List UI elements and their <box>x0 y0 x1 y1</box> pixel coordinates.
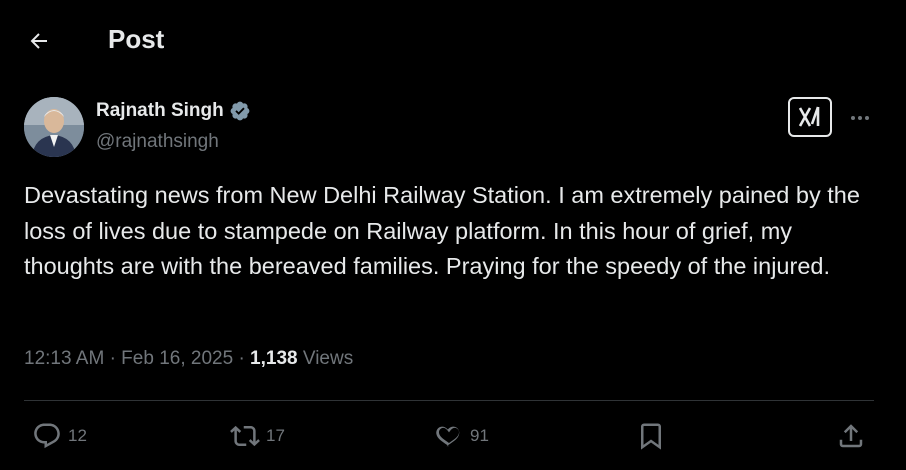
avatar[interactable] <box>24 97 84 157</box>
author-handle[interactable]: @rajnathsingh <box>96 131 219 153</box>
like-button[interactable]: 91 <box>434 418 489 454</box>
views-count: 1,138 <box>250 348 298 369</box>
meta-separator: · <box>109 348 122 369</box>
author-name-text: Rajnath Singh <box>96 100 224 121</box>
reply-button[interactable]: 12 <box>32 418 87 454</box>
views-label: Views <box>302 348 354 369</box>
author-name[interactable]: Rajnath Singh <box>96 100 251 122</box>
meta-separator: · <box>238 348 251 369</box>
repost-icon <box>230 425 260 447</box>
like-count: 91 <box>470 426 489 445</box>
repost-button[interactable]: 17 <box>230 418 285 454</box>
share-icon <box>839 424 863 448</box>
bookmark-button[interactable] <box>636 418 666 454</box>
grok-icon <box>798 106 820 127</box>
heart-icon <box>436 426 460 447</box>
reply-count: 12 <box>68 426 87 445</box>
divider <box>24 400 874 401</box>
arrow-left-icon <box>30 33 47 49</box>
tweet-date[interactable]: Feb 16, 2025 <box>121 348 233 369</box>
back-button[interactable] <box>20 22 58 60</box>
repost-count: 17 <box>266 426 285 445</box>
more-icon <box>851 116 869 120</box>
reply-icon <box>34 423 60 449</box>
verified-badge-icon <box>229 100 251 122</box>
avatar-photo <box>24 97 84 157</box>
tweet-meta: 12:13 AM · Feb 16, 2025 · 1,138 Views <box>24 348 353 370</box>
tweet-text: Devastating news from New Delhi Railway … <box>24 182 860 279</box>
grok-button[interactable] <box>788 97 832 137</box>
bookmark-icon <box>641 423 661 450</box>
page-title: Post <box>108 24 165 54</box>
page-header: Post <box>0 0 906 80</box>
share-button[interactable] <box>836 418 866 454</box>
more-options-button[interactable] <box>846 104 874 132</box>
tweet-time[interactable]: 12:13 AM <box>24 348 104 369</box>
